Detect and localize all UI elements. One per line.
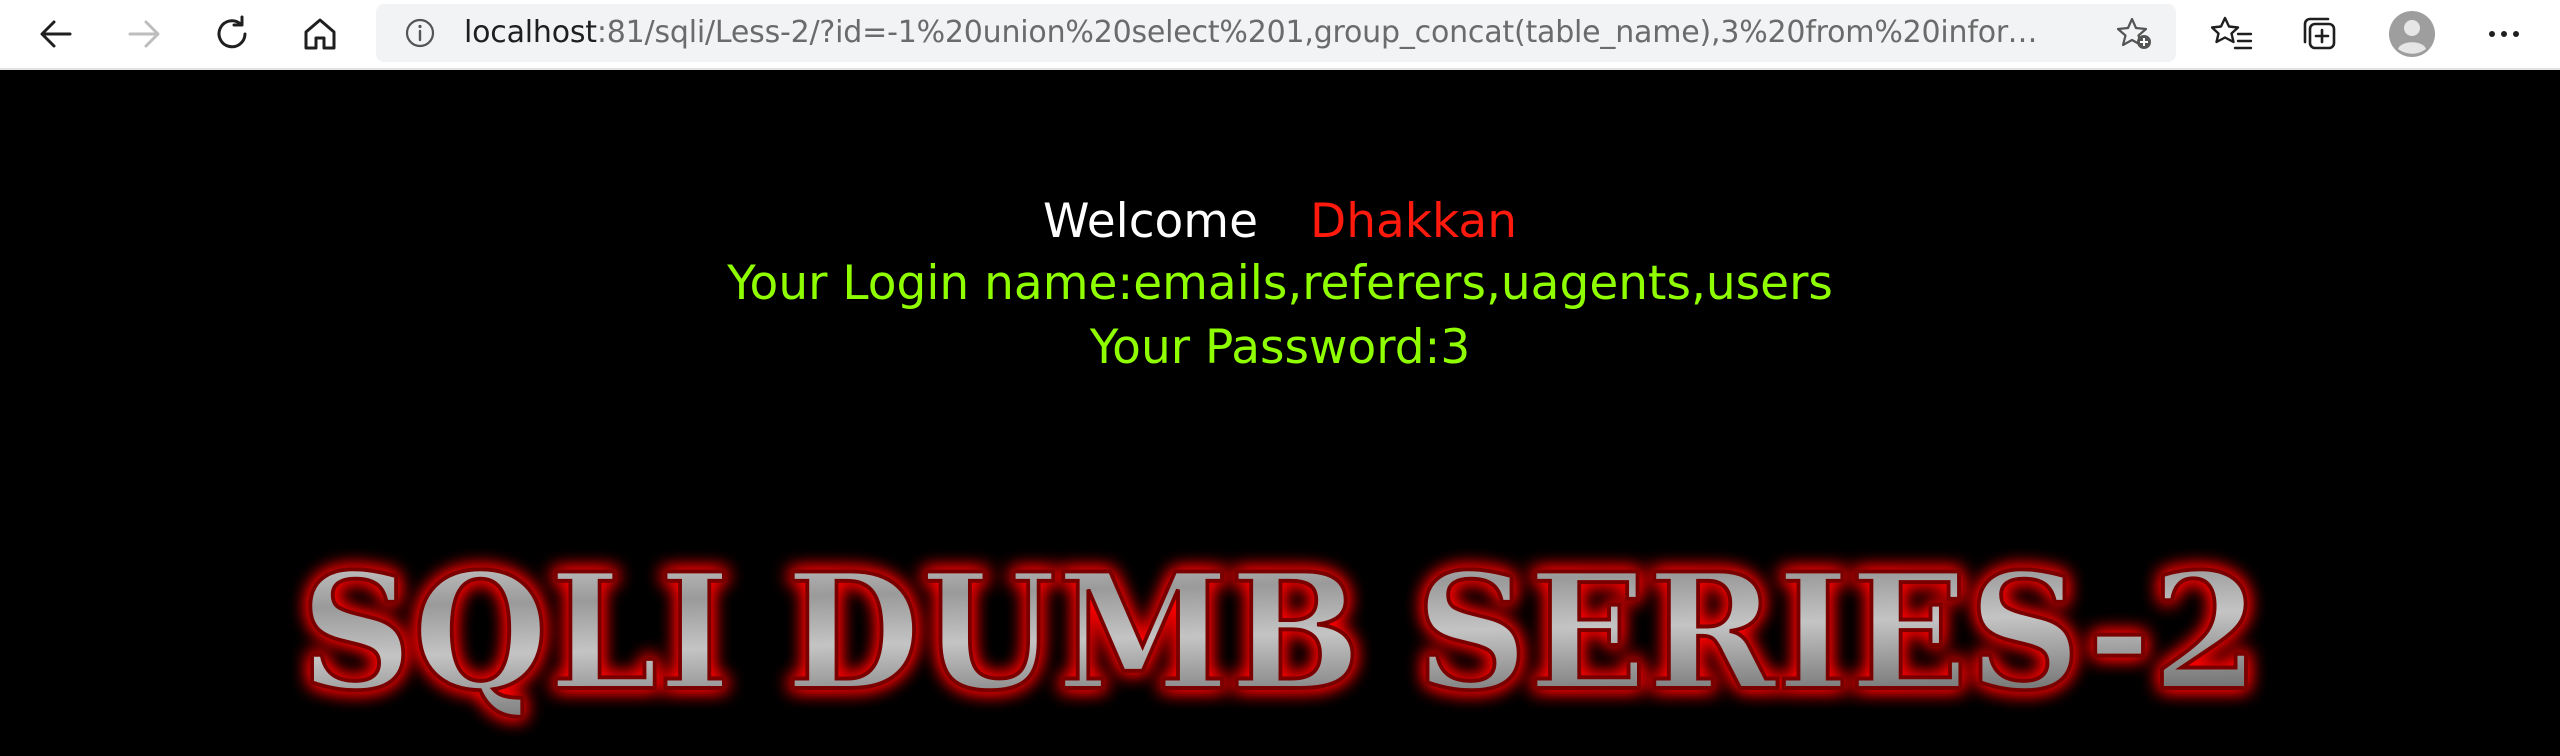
page-content: Welcome Dhakkan Your Login name:emails,re…: [0, 70, 2560, 756]
add-favorite-button[interactable]: [2116, 16, 2154, 56]
refresh-icon: [217, 15, 247, 49]
browser-toolbar: localhost:81/sqli/Less-2/?id=-1%20union%…: [0, 0, 2560, 70]
refresh-button[interactable]: [206, 8, 258, 60]
welcome-name: Dhakkan: [1310, 194, 1517, 249]
banner-image: SQLI DUMB SERIES-2: [298, 536, 2262, 728]
profile-icon: [2389, 11, 2435, 57]
favorites-icon: [2211, 16, 2253, 50]
password-line: Your Password:3: [1089, 320, 1471, 375]
favorites-button[interactable]: [2206, 8, 2258, 60]
back-button[interactable]: [30, 8, 82, 60]
more-icon: [2489, 31, 2519, 37]
welcome-label: Welcome: [1043, 194, 1258, 249]
home-button[interactable]: [294, 8, 346, 60]
info-icon: [405, 18, 435, 48]
back-icon: [40, 20, 72, 48]
forward-button[interactable]: [118, 8, 170, 60]
url-text[interactable]: localhost:81/sqli/Less-2/?id=-1%20union%…: [464, 4, 2064, 62]
address-bar[interactable]: localhost:81/sqli/Less-2/?id=-1%20union%…: [376, 4, 2176, 62]
profile-button[interactable]: [2386, 8, 2438, 60]
collections-icon: [2303, 17, 2336, 50]
collections-button[interactable]: [2294, 8, 2346, 60]
site-info-button[interactable]: [404, 17, 436, 53]
login-name-line: Your Login name:emails,referers,uagents,…: [727, 256, 1833, 311]
more-button[interactable]: [2478, 8, 2530, 60]
welcome-line: Welcome Dhakkan: [0, 194, 2560, 249]
banner-text: SQLI DUMB SERIES-2: [300, 538, 2260, 726]
url-host: localhost: [464, 15, 597, 50]
url-path: :81/sqli/Less-2/?id=-1%20union%20select%…: [596, 15, 2064, 50]
forward-icon: [128, 20, 160, 48]
home-icon: [304, 18, 336, 50]
add-favorite-icon: [2116, 17, 2151, 49]
